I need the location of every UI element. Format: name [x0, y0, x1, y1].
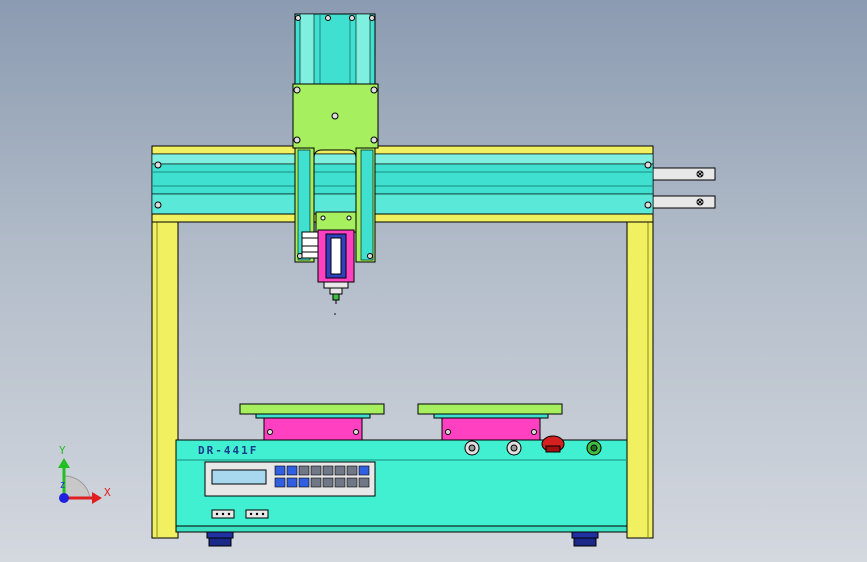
serial-connector — [245, 509, 269, 519]
keypad-key[interactable] — [310, 477, 322, 488]
keypad-key[interactable] — [358, 477, 370, 488]
keypad-key[interactable] — [346, 477, 358, 488]
axis-x-label: X — [104, 486, 111, 499]
right-foot — [571, 531, 599, 547]
left-fixture-table — [239, 403, 385, 441]
keypad-key[interactable] — [346, 465, 358, 476]
keypad-key[interactable] — [298, 465, 310, 476]
keypad-key[interactable] — [334, 465, 346, 476]
power-icon[interactable] — [586, 440, 602, 456]
serial-connector — [211, 509, 235, 519]
keypad-key[interactable] — [274, 477, 286, 488]
right-fixture-table — [417, 403, 563, 441]
button-icon[interactable] — [464, 440, 480, 456]
keypad-key[interactable] — [358, 465, 370, 476]
button-icon[interactable] — [506, 440, 522, 456]
keypad-key[interactable] — [274, 465, 286, 476]
keypad-key[interactable] — [298, 477, 310, 488]
emergency-stop-icon[interactable] — [541, 435, 565, 453]
model-label: DR-441F — [198, 444, 258, 457]
keypad-key[interactable] — [310, 465, 322, 476]
cad-viewport[interactable]: DR-441F Y X Z — [0, 0, 867, 562]
right-side-rods — [652, 167, 716, 209]
left-foot — [206, 531, 234, 547]
z-axis-column — [294, 13, 376, 85]
keypad-key[interactable] — [286, 465, 298, 476]
keypad-key[interactable] — [334, 477, 346, 488]
axis-y-label: Y — [59, 444, 66, 457]
keypad-key[interactable] — [322, 465, 334, 476]
coordinate-triad: Y X Z — [58, 444, 111, 504]
keypad-key[interactable] — [322, 477, 334, 488]
x-axis-beam — [151, 145, 654, 223]
keypad-key[interactable] — [286, 477, 298, 488]
axis-z-label: Z — [60, 481, 65, 490]
